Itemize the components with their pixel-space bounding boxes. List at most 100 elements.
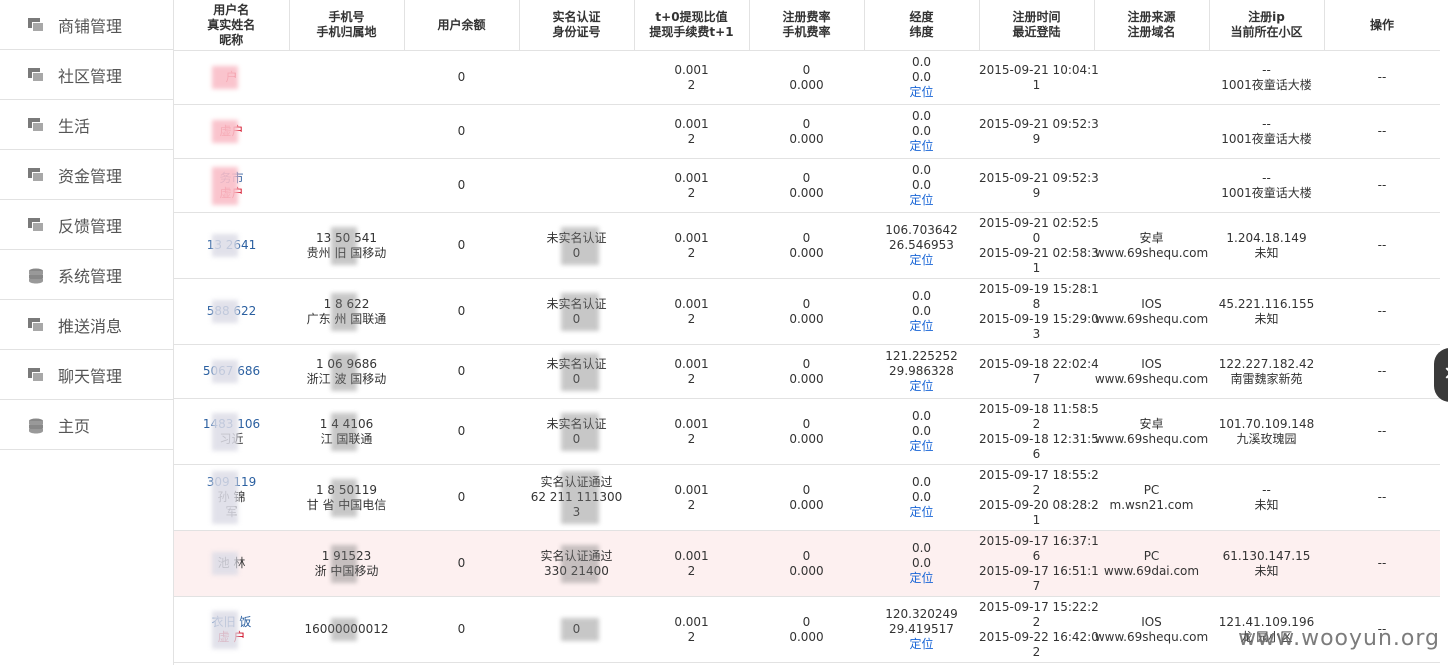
- cell-text: 45.221.116.155: [1218, 296, 1315, 311]
- cell-time: 2015-09-17 18:55:2 2 2015-09-20 08:28:2 1: [979, 464, 1099, 531]
- cell-text: 0.0: [911, 490, 932, 504]
- header-label: 用户余额: [437, 17, 486, 32]
- cell-phone: 1 91523 浙 中国移动: [289, 530, 404, 597]
- cell-op: --: [1324, 212, 1440, 279]
- cell-geo: 0.0 0.0 定位: [864, 50, 979, 105]
- sidebar-item-0[interactable]: 商铺管理: [0, 0, 173, 50]
- username-link[interactable]: 1483 106: [174, 417, 289, 432]
- table-row: 588 622 1 8 622 广东 州 国联通 0 未实名认证 0 0.001 2 0 0.00…: [174, 278, 1440, 345]
- cell-text: 0.0: [911, 289, 932, 303]
- cell-text: 13 50 541: [315, 230, 378, 245]
- username-link[interactable]: 309 119: [174, 475, 289, 490]
- cell-text: 0.001: [674, 356, 709, 371]
- cell-text: 安卓: [1139, 416, 1164, 431]
- cell-rate: 0 0.000: [749, 212, 864, 279]
- cell-user: 务市 虚户: [174, 158, 289, 213]
- username-link[interactable]: 5067 686: [174, 364, 289, 379]
- cell-rate: 0 0.000: [749, 50, 864, 105]
- locate-link[interactable]: 定位: [864, 637, 979, 652]
- cell-geo: 0.0 0.0 定位: [864, 104, 979, 159]
- cell-source: IOS www.69shequ.com: [1094, 344, 1209, 399]
- cell-text: --: [1377, 304, 1387, 318]
- cell-text: 0: [802, 170, 811, 185]
- sidebar-item-6[interactable]: 推送消息: [0, 300, 173, 350]
- side-expand-tab[interactable]: [1434, 348, 1448, 402]
- cell-balance: 0: [404, 158, 519, 213]
- cell-text: 2: [1032, 482, 1041, 497]
- cell-text: 实名认证通过: [540, 475, 613, 489]
- cell-geo: 120.320249 29.419517 定位: [864, 596, 979, 663]
- column-header: t+0提现比值 提现手续费t+1: [634, 0, 750, 51]
- cell-op: --: [1324, 398, 1440, 465]
- username-link[interactable]: 588 622: [174, 304, 289, 319]
- cell-text: 2015-09-21 09:52:3: [979, 170, 1099, 185]
- cell-text: 2: [687, 431, 696, 446]
- cell-text: 2015-09-21 09:52:3: [979, 116, 1099, 131]
- sidebar-item-2[interactable]: 生活: [0, 100, 173, 150]
- cell-auth: 未实名认证 0: [519, 344, 634, 399]
- cell-source: 安卓 www.69shequ.com: [1094, 398, 1209, 465]
- sidebar-item-label: 商铺管理: [58, 16, 123, 36]
- locate-link[interactable]: 定位: [864, 319, 979, 334]
- cell-user: 309 119 孙 锦 军: [174, 464, 289, 531]
- cell-auth: 未实名认证 0: [519, 278, 634, 345]
- cell-text: 九溪玫瑰园: [1236, 431, 1297, 446]
- cell-t0: 0.001 2: [634, 344, 749, 399]
- locate-link[interactable]: 定位: [864, 379, 979, 394]
- cell-text: 121.225252: [885, 349, 958, 363]
- cell-text: 62 211 111300: [530, 490, 623, 504]
- cell-text: 2: [687, 131, 696, 146]
- cell-source: 安卓 www.69shequ.com: [1094, 212, 1209, 279]
- locate-link[interactable]: 定位: [864, 193, 979, 208]
- header-label: 注册ip: [1248, 10, 1285, 24]
- username-link[interactable]: 13 2641: [174, 238, 289, 253]
- cell-auth: 0: [519, 596, 634, 663]
- header-label: 当前所在小区: [1230, 25, 1303, 39]
- locate-link[interactable]: 定位: [864, 139, 979, 154]
- sidebar-item-4[interactable]: 反馈管理: [0, 200, 173, 250]
- username-link[interactable]: 务市: [174, 171, 289, 186]
- cell-user: 1483 106 习近: [174, 398, 289, 465]
- locate-link[interactable]: 定位: [864, 253, 979, 268]
- locate-link[interactable]: 定位: [864, 505, 979, 520]
- locate-link[interactable]: 定位: [864, 439, 979, 454]
- cell-text: 0.001: [674, 230, 709, 245]
- cell-text: 106.703642: [885, 223, 958, 237]
- cell-text: 2015-09-21 02:52:5: [979, 215, 1099, 230]
- sidebar-item-7[interactable]: 聊天管理: [0, 350, 173, 400]
- cell-geo: 106.703642 26.546953 定位: [864, 212, 979, 279]
- locate-link[interactable]: 定位: [864, 571, 979, 586]
- cell-text: 0: [457, 622, 466, 636]
- cell-text: 1001夜童话大楼: [1221, 185, 1312, 200]
- cell-text: --: [1262, 170, 1271, 185]
- cell-text: 1 8 622: [323, 296, 370, 311]
- table-header-row: 用户名 真实姓名 昵称 手机号 手机归属地 用户余额 实名认证 身份证号 t+0提现比值 提现手续…: [174, 0, 1440, 51]
- cell-text: www.69shequ.com: [1094, 431, 1209, 446]
- cell-t0: 0.001 2: [634, 596, 749, 663]
- header-label: 注册来源: [1127, 10, 1176, 24]
- cell-balance: 0: [404, 278, 519, 345]
- column-header: 经度 纬度: [864, 0, 980, 51]
- cell-text: 0.000: [789, 563, 824, 578]
- cell-auth: [519, 50, 634, 105]
- sidebar-item-3[interactable]: 资金管理: [0, 150, 173, 200]
- sidebar-item-5[interactable]: 系统管理: [0, 250, 173, 300]
- sidebar-item-8[interactable]: 主页: [0, 400, 173, 450]
- sidebar-item-label: 系统管理: [58, 266, 123, 286]
- cell-time: 2015-09-17 16:37:1 6 2015-09-17 16:51:1 7: [979, 530, 1099, 597]
- cell-phone: [289, 158, 404, 213]
- cell-balance: 0: [404, 50, 519, 105]
- sidebar-item-label: 资金管理: [58, 166, 123, 186]
- sidebar-item-1[interactable]: 社区管理: [0, 50, 173, 100]
- username-link[interactable]: 衣旧 饭: [174, 615, 289, 630]
- cell-t0: 0.001 2: [634, 530, 749, 597]
- locate-link[interactable]: 定位: [864, 85, 979, 100]
- cell-text: 0.0: [911, 178, 932, 192]
- cell-text: 1 06 9686: [315, 356, 378, 371]
- cell-rate: 0 0.000: [749, 104, 864, 159]
- cell-t0: 0.001 2: [634, 398, 749, 465]
- cell-text: 0.0: [911, 409, 932, 423]
- cell-t0: 0.001 2: [634, 464, 749, 531]
- cell-text: --: [1377, 490, 1387, 504]
- cell-rate: 0 0.000: [749, 464, 864, 531]
